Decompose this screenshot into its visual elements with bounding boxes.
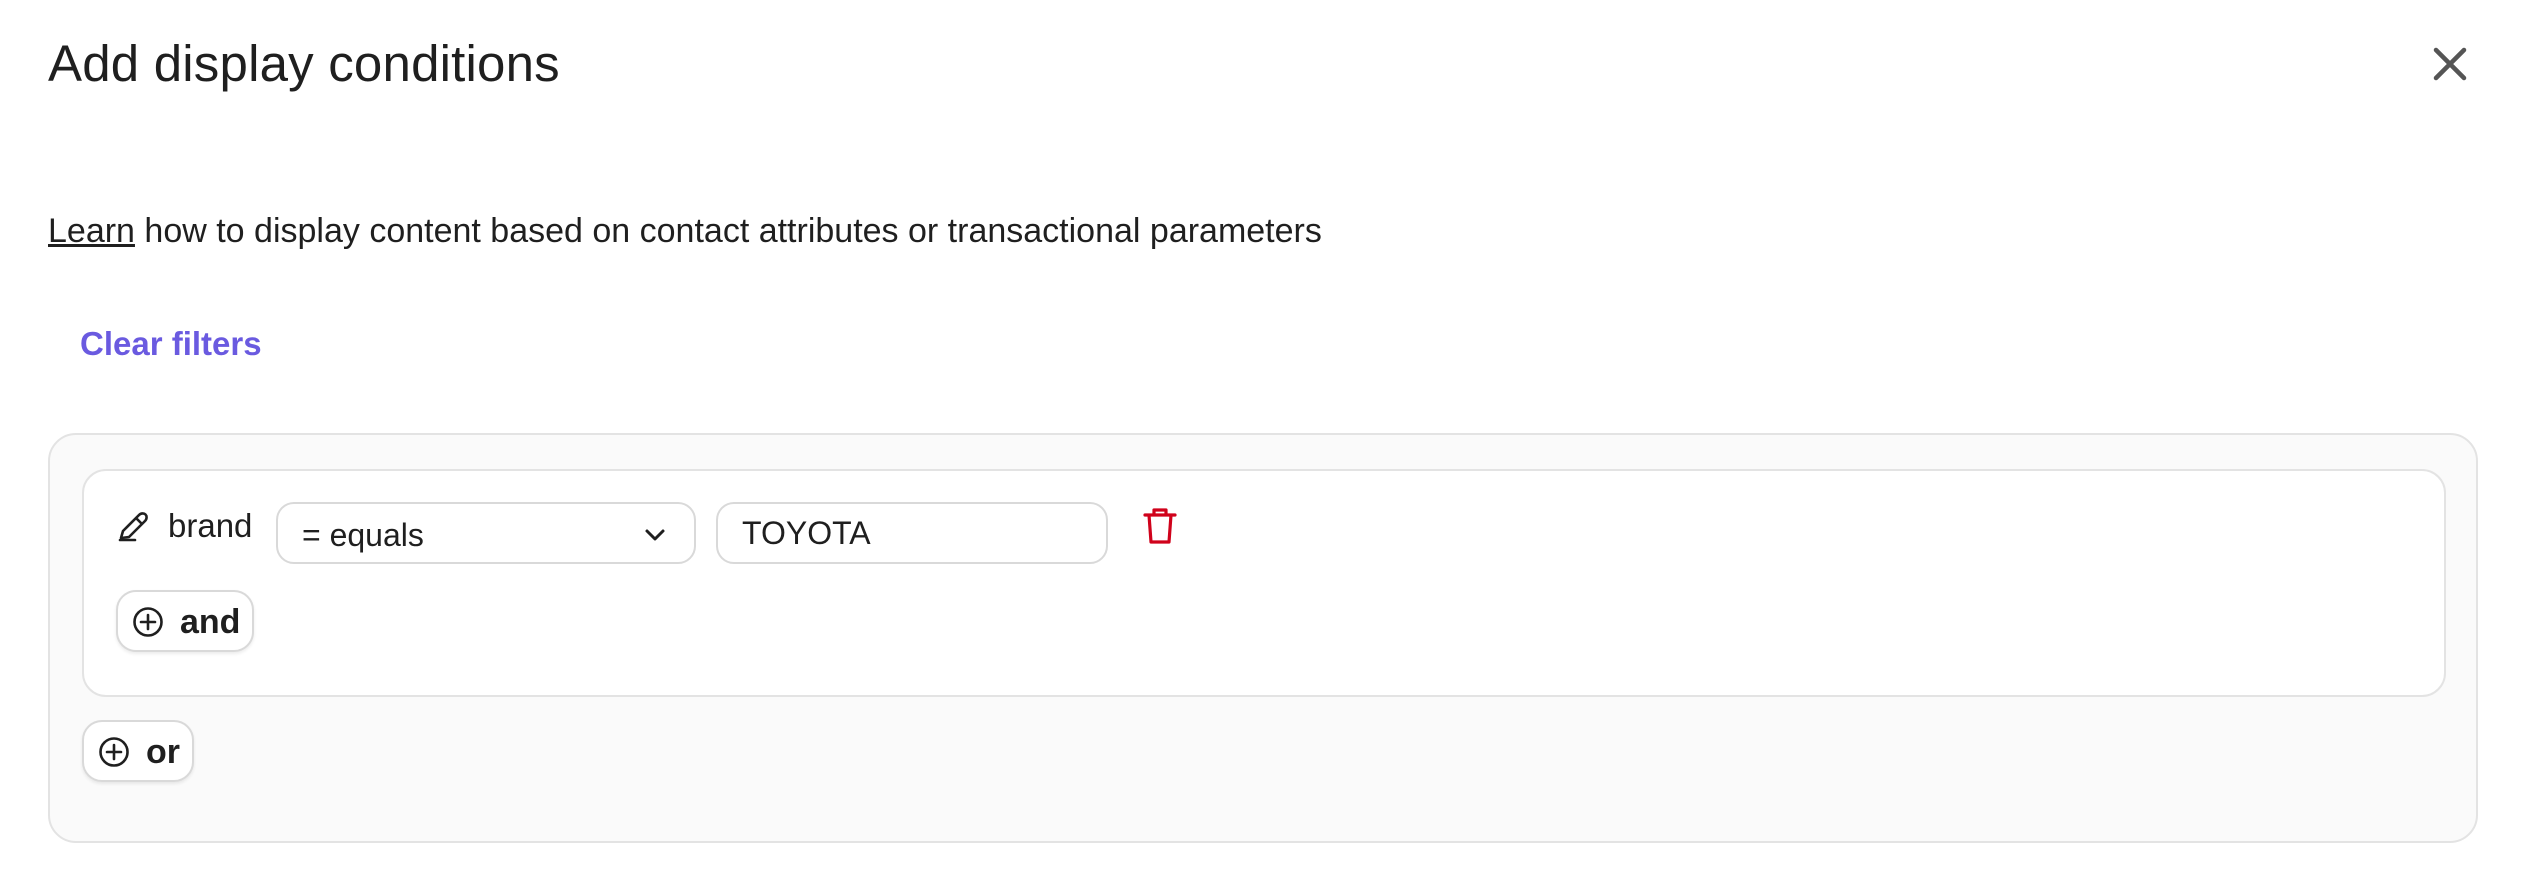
add-or-group-button[interactable]: or [82,720,194,782]
condition-value-input[interactable] [716,502,1108,564]
clear-filters-button[interactable]: Clear filters [80,325,262,363]
and-label: and [180,603,241,641]
trash-icon[interactable] [1142,506,1178,546]
intro-description: how to display content based on contact … [134,212,1322,250]
pencil-icon[interactable] [115,508,151,544]
intro-text: Learn how to display content based on co… [48,212,1322,251]
or-label: or [146,733,180,771]
add-and-condition-button[interactable]: and [116,590,254,652]
plus-circle-icon [99,737,129,767]
chevron-down-icon [645,529,665,541]
condition-field-label: brand [168,507,253,544]
plus-circle-icon [133,607,163,637]
learn-link[interactable]: Learn [48,212,135,250]
dialog-title: Add display conditions [48,35,560,92]
operator-value: = equals [302,517,424,553]
close-icon[interactable] [2426,40,2474,88]
operator-select[interactable]: = equals [276,502,696,564]
